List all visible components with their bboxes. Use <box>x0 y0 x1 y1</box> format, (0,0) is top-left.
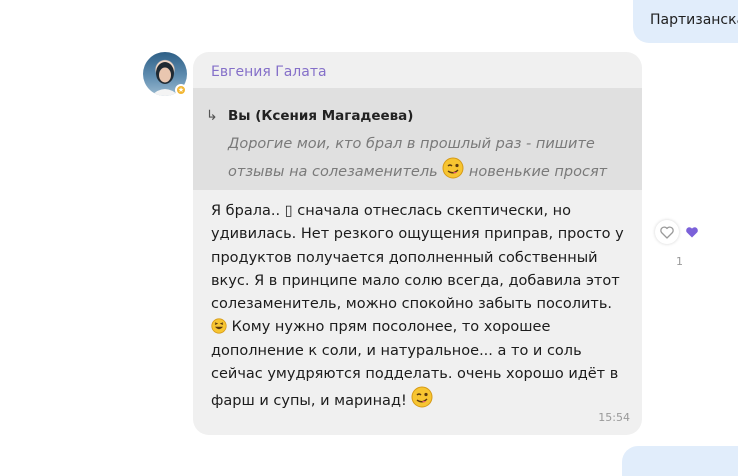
reply-text-part2: новенькие просят <box>464 164 608 180</box>
reactions-bar <box>655 220 705 244</box>
heart-filled-icon <box>686 227 698 238</box>
winking-face-icon <box>411 386 433 408</box>
message-timestamp: 15:54 <box>598 411 630 424</box>
reply-author: Вы (Ксения Магадеева) <box>228 108 414 124</box>
message-text-part1: Я брала.. ▯ сначала отнеслась скептическ… <box>211 203 624 313</box>
outgoing-message-text: Партизанская <box>650 12 738 28</box>
laughing-face-icon <box>211 318 227 335</box>
heart-outline-icon <box>660 226 674 239</box>
winking-face-icon <box>442 157 464 179</box>
reply-arrow-icon: ↳ <box>206 108 218 124</box>
outgoing-message-bubble-bottom[interactable] <box>622 446 738 476</box>
reply-quote[interactable]: ↳ Вы (Ксения Магадеева) Дорогие мои, кто… <box>193 88 642 190</box>
reply-text: Дорогие мои, кто брал в прошлый раз - пи… <box>228 131 628 185</box>
outgoing-message-bubble-top[interactable]: Партизанская <box>633 0 738 43</box>
reaction-count: 1 <box>676 255 683 268</box>
like-button[interactable] <box>655 220 679 244</box>
verified-badge-icon: ★ <box>175 84 187 96</box>
sender-name[interactable]: Евгения Галата <box>211 64 327 80</box>
heart-reaction-button[interactable] <box>682 222 702 242</box>
message-bubble[interactable]: Евгения Галата ↳ Вы (Ксения Магадеева) Д… <box>193 52 642 435</box>
message-text: Я брала.. ▯ сначала отнеслась скептическ… <box>211 200 631 414</box>
